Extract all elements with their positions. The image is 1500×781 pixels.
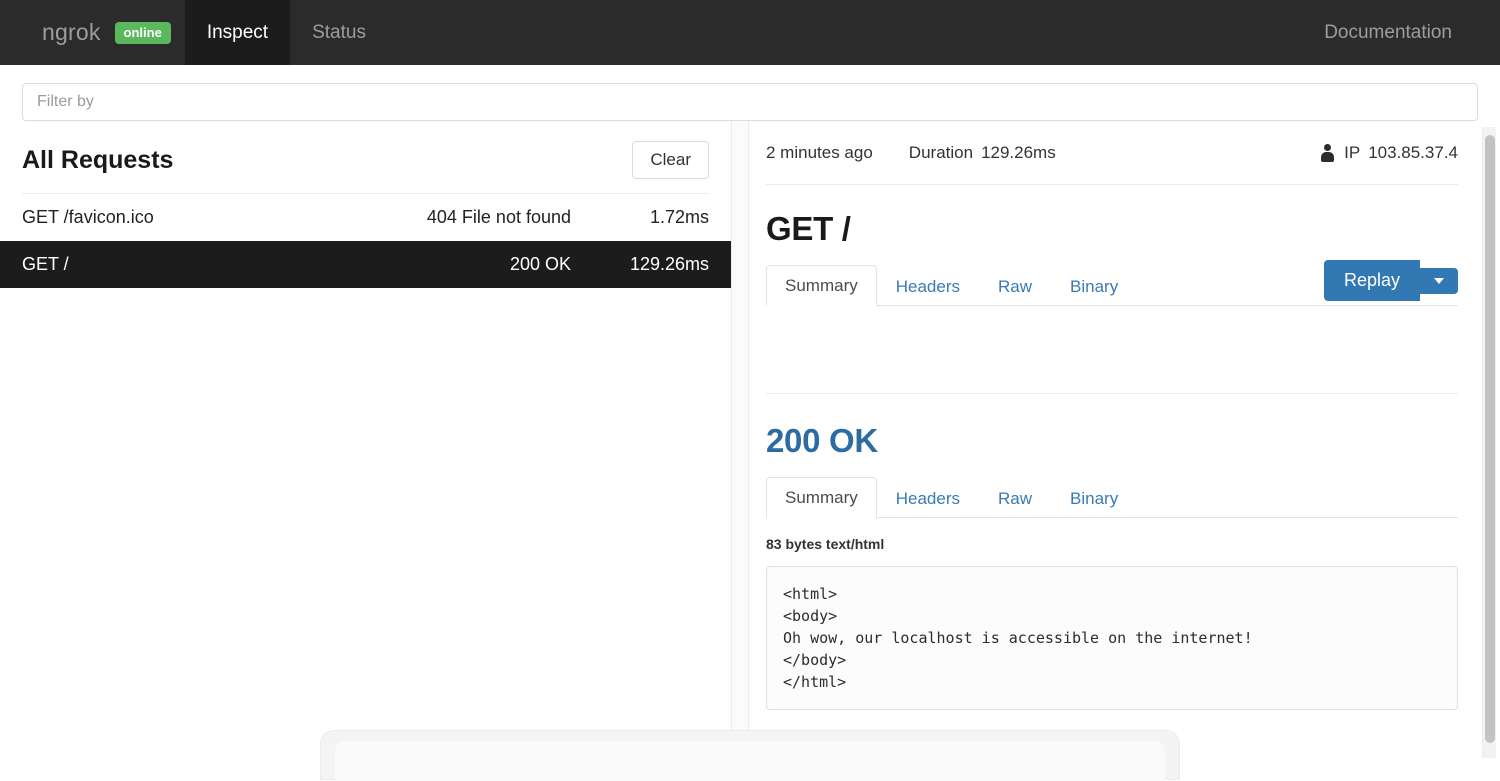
- tab-request-summary[interactable]: Summary: [766, 265, 877, 306]
- request-status: 200 OK: [339, 254, 589, 275]
- nav-item-inspect[interactable]: Inspect: [185, 0, 290, 65]
- replay-dropdown-button[interactable]: [1420, 268, 1458, 294]
- request-title: GET /: [766, 185, 1458, 262]
- page-title: All Requests: [22, 146, 173, 175]
- detail-scrollbar-thumb[interactable]: [1485, 135, 1495, 743]
- chevron-down-icon: [1434, 278, 1444, 284]
- response-status-title: 200 OK: [766, 394, 1458, 474]
- ip-value: 103.85.37.4: [1368, 143, 1458, 163]
- top-navbar: ngrok online Inspect Status Documentatio…: [0, 0, 1500, 65]
- tab-response-headers[interactable]: Headers: [877, 478, 979, 518]
- duration-label: Duration: [909, 143, 973, 163]
- panel-divider: [731, 121, 749, 762]
- detail-scrollbar[interactable]: [1482, 127, 1496, 758]
- request-duration: 129.26ms: [589, 254, 709, 275]
- detail-panel-content: 2 minutes ago Duration 129.26ms IP 103.8…: [749, 121, 1476, 710]
- bottom-sheet: [320, 730, 1180, 780]
- requests-panel: All Requests Clear GET /favicon.ico 404 …: [0, 121, 731, 762]
- detail-meta-row: 2 minutes ago Duration 129.26ms IP 103.8…: [766, 121, 1458, 185]
- request-summary-content: [766, 306, 1458, 394]
- filter-input[interactable]: [22, 83, 1478, 121]
- request-tab-bar: Summary Headers Raw Binary Replay: [766, 262, 1458, 306]
- navbar-left-group: ngrok online Inspect Status: [0, 0, 388, 65]
- tab-request-raw[interactable]: Raw: [979, 266, 1051, 306]
- detail-panel: 2 minutes ago Duration 129.26ms IP 103.8…: [749, 121, 1500, 762]
- replay-button-group: Replay: [1324, 260, 1458, 301]
- replay-button[interactable]: Replay: [1324, 260, 1420, 301]
- tab-response-summary[interactable]: Summary: [766, 477, 877, 518]
- navbar-right-group: Documentation: [1302, 0, 1500, 65]
- status-badge: online: [115, 22, 171, 44]
- duration-value: 129.26ms: [981, 143, 1056, 163]
- client-ip-group: IP 103.85.37.4: [1319, 143, 1458, 163]
- response-tab-bar: Summary Headers Raw Binary: [766, 474, 1458, 518]
- response-size-info: 83 bytes text/html: [766, 518, 1458, 566]
- ip-label: IP: [1344, 143, 1360, 163]
- tab-response-binary[interactable]: Binary: [1051, 478, 1137, 518]
- request-status: 404 File not found: [339, 207, 589, 228]
- filter-row: [0, 65, 1500, 121]
- request-path: GET /favicon.ico: [22, 207, 339, 228]
- request-path: GET /: [22, 254, 339, 275]
- brand-logo[interactable]: ngrok: [0, 0, 115, 65]
- nav-item-documentation[interactable]: Documentation: [1302, 0, 1474, 65]
- tab-request-binary[interactable]: Binary: [1051, 266, 1137, 306]
- main-split: All Requests Clear GET /favicon.ico 404 …: [0, 121, 1500, 762]
- person-icon: [1319, 144, 1336, 162]
- tab-response-raw[interactable]: Raw: [979, 478, 1051, 518]
- request-timestamp: 2 minutes ago: [766, 143, 873, 163]
- bottom-sheet-inner: [335, 741, 1165, 781]
- nav-item-status[interactable]: Status: [290, 0, 388, 65]
- request-list-item[interactable]: GET /favicon.ico 404 File not found 1.72…: [22, 194, 709, 241]
- response-body: <html> <body> Oh wow, our localhost is a…: [766, 566, 1458, 710]
- request-duration: 1.72ms: [589, 207, 709, 228]
- request-list-item[interactable]: GET / 200 OK 129.26ms: [0, 241, 731, 288]
- clear-button[interactable]: Clear: [632, 141, 709, 179]
- requests-panel-header: All Requests Clear: [22, 133, 709, 194]
- tab-request-headers[interactable]: Headers: [877, 266, 979, 306]
